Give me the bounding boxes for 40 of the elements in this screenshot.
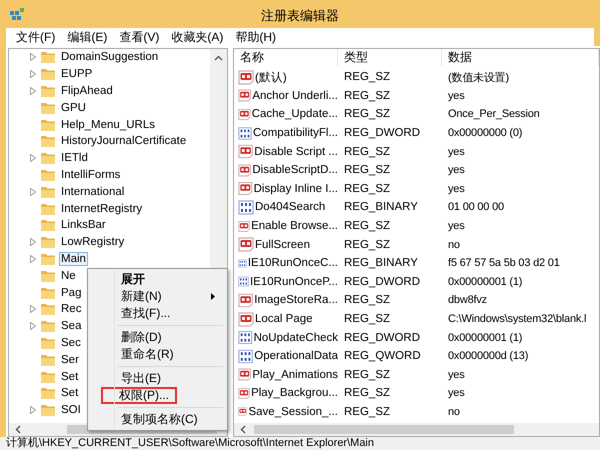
value-type: REG_SZ xyxy=(343,387,392,400)
status-bar-path: 计算机\HKEY_CURRENT_USER\Software\Microsoft\Internet Explorer\Main xyxy=(6,437,374,449)
value-type: REG_SZ xyxy=(343,164,392,176)
value-data: 0x00000001 (1) xyxy=(447,276,524,288)
value-type: REG_DWORD xyxy=(343,127,422,140)
value-type: REG_SZ xyxy=(343,146,392,158)
value-data: 0x00000001 (1) xyxy=(447,332,524,344)
value-data: yes xyxy=(447,90,466,102)
value-data: dbw8fvz xyxy=(447,294,488,306)
value-data: yes xyxy=(447,146,466,158)
value-data: yes xyxy=(447,368,466,381)
value-data: yes xyxy=(447,220,466,232)
value-type: REG_SZ xyxy=(343,108,392,120)
window-title: 注册表编辑器 xyxy=(261,8,339,23)
value-type: REG_SZ xyxy=(343,368,392,381)
value-data: (数值未设置) xyxy=(447,70,510,85)
value-type: REG_SZ xyxy=(343,90,392,102)
value-type: REG_SZ xyxy=(343,220,392,232)
value-type: REG_SZ xyxy=(343,71,392,84)
value-type: REG_SZ xyxy=(343,238,392,251)
value-data: 0x00000000 (0) xyxy=(447,127,524,140)
value-type: REG_BINARY xyxy=(343,257,419,270)
value-data: f5 67 57 5a 5b 03 d2 01 xyxy=(447,257,561,270)
value-data: C:\Windows\system32\blank.l xyxy=(447,313,588,326)
value-data: Once_Per_Session xyxy=(447,108,541,120)
value-type: REG_SZ xyxy=(343,313,392,326)
value-data: 01 00 00 00 xyxy=(447,201,505,214)
value-type: REG_DWORD xyxy=(343,276,422,288)
value-type: REG_QWORD xyxy=(343,350,422,362)
value-type: REG_SZ xyxy=(343,294,392,306)
value-data: yes xyxy=(447,387,466,400)
value-type: REG_DWORD xyxy=(343,332,422,344)
value-type: REG_BINARY xyxy=(343,201,419,214)
value-type: REG_SZ xyxy=(343,182,392,195)
value-data: 0x0000000d (13) xyxy=(447,350,530,362)
value-data: no xyxy=(447,238,461,251)
value-data: yes xyxy=(447,182,466,195)
value-type: REG_SZ xyxy=(343,406,392,418)
value-data: yes xyxy=(447,164,466,176)
value-data: no xyxy=(447,406,461,418)
